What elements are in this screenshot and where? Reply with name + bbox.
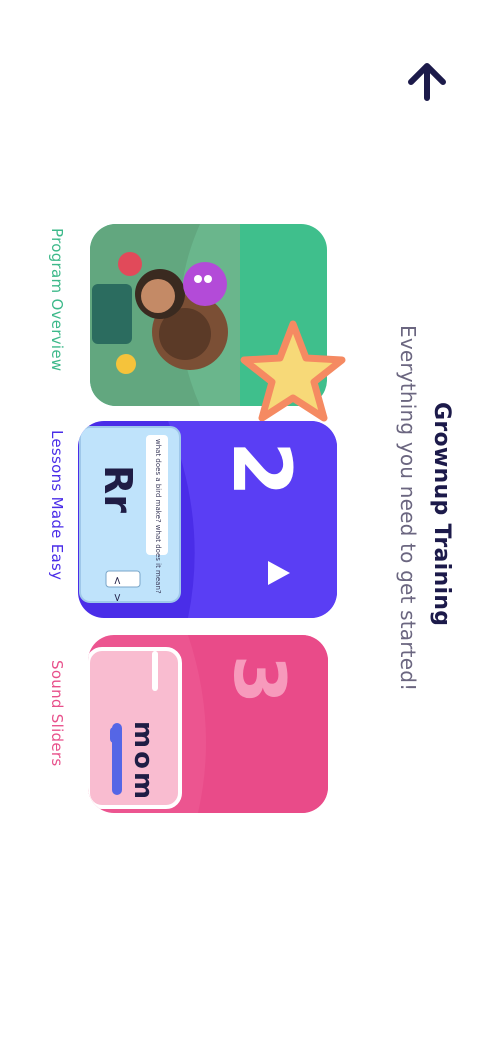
card-number-2: 2 xyxy=(215,441,308,497)
star-icon xyxy=(240,320,346,422)
back-button[interactable] xyxy=(405,60,449,104)
card3-word: mom xyxy=(128,721,158,803)
card-number-3: 3 xyxy=(218,655,300,704)
card-sound-sliders[interactable]: mom 3 xyxy=(88,635,328,813)
card-lessons-made-easy[interactable]: what does a bird make? what does it mean… xyxy=(78,421,337,618)
card-label-lessons-made-easy[interactable]: Lessons Made Easy xyxy=(48,430,66,580)
grownup-training-screen: Grownup Training Everything you need to … xyxy=(0,0,480,1039)
page-title: Grownup Training xyxy=(429,402,454,627)
play-icon[interactable] xyxy=(266,559,292,587)
page-subtitle: Everything you need to get started! xyxy=(396,325,420,692)
up-arrow-icon xyxy=(408,63,446,101)
card2-prompt: what does a bird make? what does it mean… xyxy=(154,439,162,594)
card-label-sound-sliders[interactable]: Sound Sliders xyxy=(48,660,66,767)
card2-letters: Rr xyxy=(96,465,140,514)
card-label-program-overview[interactable]: Program Overview xyxy=(48,228,66,371)
card2-next[interactable]: > xyxy=(111,593,124,602)
card2-prev[interactable]: < xyxy=(111,576,124,585)
